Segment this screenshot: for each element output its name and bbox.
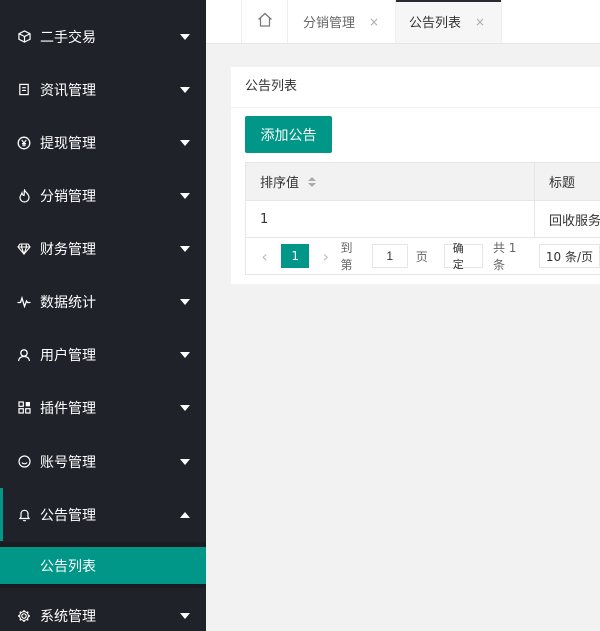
cube-icon xyxy=(17,30,31,44)
caret-down-icon xyxy=(180,298,190,305)
announcement-card: 公告列表 添加公告 排序值 标题 1 回收服务 ‹ 1 › 到第 页 确定 共 … xyxy=(231,67,600,284)
sort-icon[interactable] xyxy=(308,176,317,187)
page-label: 页 xyxy=(415,249,428,264)
menu-label: 数据统计 xyxy=(40,294,96,311)
submenu-item-announcement-list[interactable]: 公告列表 xyxy=(0,547,206,584)
home-icon xyxy=(257,12,273,31)
caret-down-icon xyxy=(180,86,190,93)
caret-down-icon xyxy=(180,351,190,358)
menu-item-users[interactable]: 用户管理 xyxy=(0,328,206,381)
menu-item-system[interactable]: 系统管理 xyxy=(0,589,206,631)
tab-announcement-list[interactable]: 公告列表 × xyxy=(396,0,502,43)
chevron-left-icon[interactable]: ‹ xyxy=(254,247,275,266)
chevron-right-icon[interactable]: › xyxy=(315,247,336,266)
menu-label: 系统管理 xyxy=(40,608,96,625)
column-label: 标题 xyxy=(549,176,576,191)
tab-distribution[interactable]: 分销管理 × xyxy=(288,0,396,43)
menu-item-withdraw[interactable]: 提现管理 xyxy=(0,116,206,169)
caret-down-icon xyxy=(180,33,190,40)
page-size-select[interactable]: 10 条/页 xyxy=(538,244,600,268)
smile-icon xyxy=(17,455,31,469)
tab-bar: 分销管理 × 公告列表 × xyxy=(206,0,600,44)
caret-down-icon xyxy=(180,139,190,146)
sidebar: 二手交易 资讯管理 提现管理 分销管理 财务管理 数据统计 用户管理 插件管理 … xyxy=(0,0,206,631)
tab-label: 分销管理 xyxy=(303,16,356,31)
close-icon[interactable]: × xyxy=(369,15,379,29)
diamond-icon xyxy=(17,242,31,256)
column-label: 排序值 xyxy=(260,176,300,191)
fire-icon xyxy=(17,188,31,203)
column-sort-header[interactable]: 排序值 xyxy=(246,163,535,200)
menu-label: 二手交易 xyxy=(40,29,96,46)
menu-label: 财务管理 xyxy=(40,241,96,258)
pagination: ‹ 1 › 到第 页 确定 共 1 条 10 条/页 xyxy=(245,238,600,275)
pulse-icon xyxy=(17,295,31,309)
page-input[interactable] xyxy=(371,244,408,268)
menu-label: 分销管理 xyxy=(40,188,96,205)
cell-sort: 1 xyxy=(246,201,535,237)
submenu-label: 公告列表 xyxy=(40,558,96,575)
menu-label: 插件管理 xyxy=(40,400,96,417)
menu-label: 提现管理 xyxy=(40,135,96,152)
goto-label: 到第 xyxy=(340,241,353,272)
table-row[interactable]: 1 回收服务 xyxy=(246,201,600,238)
card-title: 公告列表 xyxy=(231,67,600,108)
apps-icon xyxy=(17,401,31,415)
menu-label: 用户管理 xyxy=(40,347,96,364)
caret-up-icon xyxy=(180,511,190,518)
menu-label: 账号管理 xyxy=(40,454,96,471)
menu-item-announcements[interactable]: 公告管理 xyxy=(0,488,206,541)
menu-item-statistics[interactable]: 数据统计 xyxy=(0,275,206,328)
table-header: 排序值 标题 xyxy=(246,163,600,201)
tab-scroll-left[interactable] xyxy=(206,0,242,43)
gear-icon xyxy=(17,609,31,623)
bell-icon xyxy=(17,508,31,522)
tab-label: 公告列表 xyxy=(409,16,462,31)
menu-item-finance[interactable]: 财务管理 xyxy=(0,222,206,275)
menu-item-news[interactable]: 资讯管理 xyxy=(0,63,206,116)
tab-home[interactable] xyxy=(242,0,288,43)
yen-icon xyxy=(17,136,31,150)
menu-item-secondhand[interactable]: 二手交易 xyxy=(0,10,206,63)
caret-down-icon xyxy=(180,612,190,619)
tab-empty xyxy=(502,0,600,43)
announcement-table: 排序值 标题 1 回收服务 xyxy=(245,162,600,238)
menu-item-plugins[interactable]: 插件管理 xyxy=(0,381,206,434)
caret-down-icon xyxy=(180,404,190,411)
menu-label: 资讯管理 xyxy=(40,82,96,99)
caret-down-icon xyxy=(180,458,190,465)
total-count: 共 1 条 xyxy=(492,241,517,272)
menu-item-distribution[interactable]: 分销管理 xyxy=(0,169,206,222)
close-icon[interactable]: × xyxy=(475,15,485,29)
document-icon xyxy=(17,83,31,97)
caret-down-icon xyxy=(180,192,190,199)
add-announcement-button[interactable]: 添加公告 xyxy=(245,116,332,153)
page-current[interactable]: 1 xyxy=(281,244,310,268)
column-title-header: 标题 xyxy=(535,163,600,200)
confirm-button[interactable]: 确定 xyxy=(443,242,483,271)
user-icon xyxy=(17,348,31,362)
menu-item-accounts[interactable]: 账号管理 xyxy=(0,435,206,488)
caret-down-icon xyxy=(180,245,190,252)
cell-title: 回收服务 xyxy=(549,213,600,229)
menu-label: 公告管理 xyxy=(40,507,96,524)
